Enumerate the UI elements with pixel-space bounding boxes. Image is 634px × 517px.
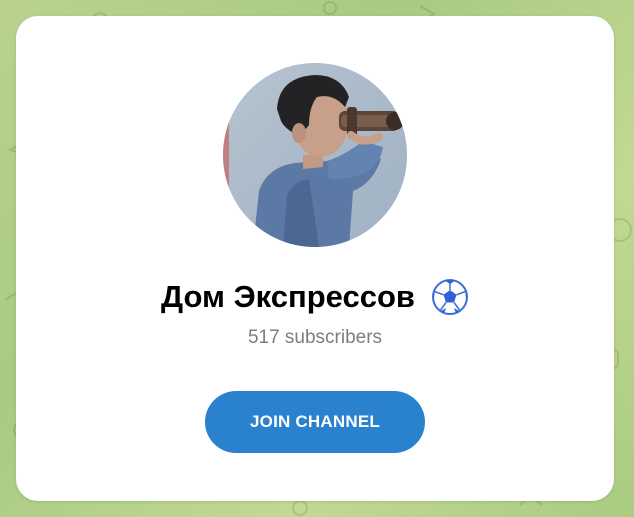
join-channel-button[interactable]: JOIN CHANNEL — [205, 391, 425, 453]
soccer-ball-icon — [431, 278, 469, 316]
channel-title: Дом Экспрессов — [161, 279, 415, 314]
channel-title-row: Дом Экспрессов — [16, 272, 614, 322]
subscriber-count: 517 subscribers — [247, 327, 383, 348]
channel-preview-card: Дом Экспрессов 517 subscribers JOIN CHAN… — [16, 16, 614, 501]
channel-avatar — [223, 63, 407, 247]
